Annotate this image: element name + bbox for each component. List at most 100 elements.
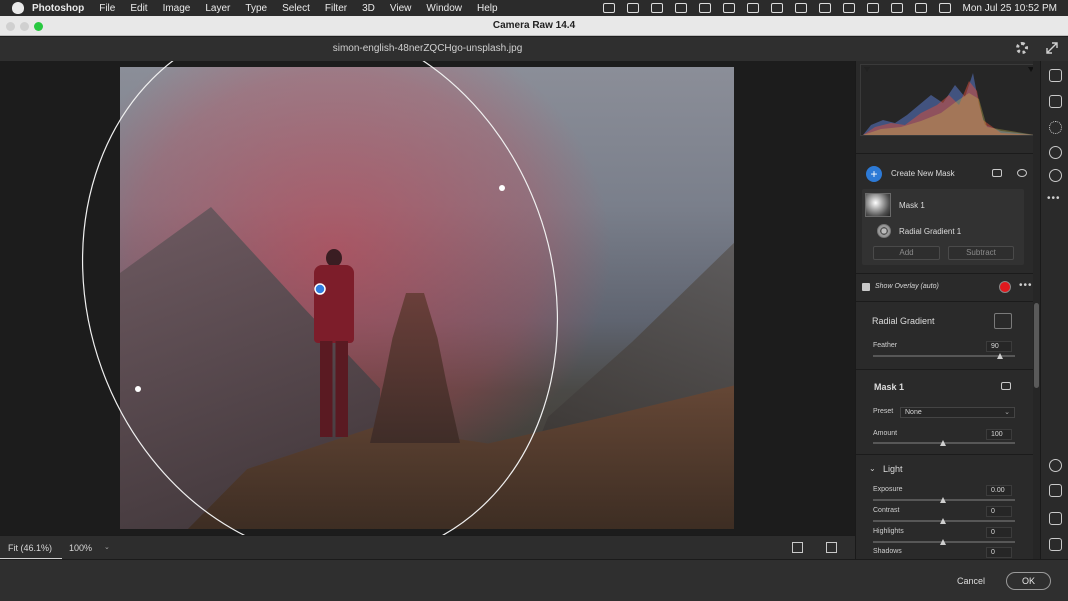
more-tools-icon[interactable]: ••• — [1047, 193, 1061, 204]
radial-gradient-tool-icon[interactable] — [994, 313, 1012, 329]
highlights-value[interactable]: 0 — [986, 527, 1012, 538]
histogram — [860, 64, 1036, 136]
chevron-down-icon: ⌄ — [1004, 409, 1010, 416]
radial-gradient-component[interactable]: Radial Gradient 1 — [899, 227, 961, 236]
bookmark-icon[interactable] — [746, 3, 759, 13]
status-area: Mon Jul 25 10:52 PM — [602, 0, 1068, 16]
amount-value[interactable]: 100 — [986, 429, 1012, 440]
masking-icon[interactable] — [1049, 121, 1062, 134]
more-icon[interactable]: ••• — [1019, 280, 1033, 291]
radial-gradient-icon — [877, 224, 891, 238]
histogram-graph — [863, 67, 1035, 135]
keyboard-icon[interactable] — [866, 3, 879, 13]
menu-layer[interactable]: Layer — [205, 3, 230, 14]
gradient-center-pin[interactable] — [314, 283, 326, 295]
grid-app-icon[interactable] — [794, 3, 807, 13]
menu-edit[interactable]: Edit — [130, 3, 147, 14]
panel-scrollbar-thumb[interactable] — [1034, 303, 1039, 388]
image-canvas[interactable] — [0, 61, 855, 535]
exposure-value[interactable]: 0.00 — [986, 485, 1012, 496]
menu-type[interactable]: Type — [245, 3, 267, 14]
zoom-icon[interactable] — [1049, 459, 1062, 472]
wifi-icon[interactable] — [842, 3, 855, 13]
fullscreen-icon[interactable] — [1046, 42, 1058, 54]
canvas-bottom-bar: Fit (46.1%) 100% ⌄ — [0, 535, 855, 560]
menu-clock[interactable]: Mon Jul 25 10:52 PM — [963, 3, 1058, 14]
show-overlay-checkbox[interactable] — [862, 283, 870, 291]
apple-icon[interactable] — [12, 2, 24, 14]
fit-zoom-button[interactable]: Fit (46.1%) — [8, 543, 52, 553]
highlights-label: Highlights — [873, 528, 904, 535]
dialog-footer: Cancel OK — [0, 559, 1068, 601]
menu-help[interactable]: Help — [477, 3, 498, 14]
zoom-level-button[interactable]: 100% — [69, 543, 92, 553]
minimize-window-button[interactable] — [20, 22, 29, 31]
menu-filter[interactable]: Filter — [325, 3, 347, 14]
overlay-color-swatch[interactable] — [999, 281, 1011, 293]
sync-icon[interactable] — [698, 3, 711, 13]
contrast-value[interactable]: 0 — [986, 506, 1012, 517]
create-new-mask-button[interactable]: + — [866, 166, 882, 182]
feather-label: Feather — [873, 342, 898, 349]
single-view-icon[interactable] — [792, 542, 803, 553]
window-titlebar: Camera Raw 14.4 — [0, 16, 1068, 36]
menu-image[interactable]: Image — [163, 3, 191, 14]
undo-icon[interactable] — [992, 169, 1002, 177]
airplay-icon[interactable] — [722, 3, 735, 13]
zoom-chevron-down-icon[interactable]: ⌄ — [104, 543, 110, 551]
light-section-title[interactable]: Light — [883, 464, 903, 474]
divider — [856, 369, 1036, 370]
menu-3d[interactable]: 3D — [362, 3, 375, 14]
mask-name[interactable]: Mask 1 — [899, 201, 925, 210]
zoom-window-button[interactable] — [34, 22, 43, 31]
grid-icon[interactable] — [1049, 538, 1062, 551]
mask-thumbnail[interactable] — [865, 193, 891, 217]
control-center-icon[interactable] — [914, 3, 927, 13]
before-after-icon[interactable] — [826, 542, 837, 553]
red-eye-icon[interactable] — [1049, 146, 1062, 159]
menu-select[interactable]: Select — [282, 3, 310, 14]
add-button[interactable]: Add — [873, 246, 940, 260]
cancel-button[interactable]: Cancel — [957, 576, 985, 586]
gradient-handle-right[interactable] — [499, 185, 505, 191]
create-new-mask-label[interactable]: Create New Mask — [891, 169, 955, 178]
menu-bar: Photoshop File Edit Image Layer Type Sel… — [0, 0, 1068, 16]
siri-icon[interactable] — [938, 3, 951, 13]
gear-icon[interactable] — [1016, 42, 1028, 54]
creative-cloud-icon[interactable] — [626, 3, 639, 13]
menu-view[interactable]: View — [390, 3, 412, 14]
radial-gradient-ellipse[interactable] — [8, 61, 632, 535]
ok-button[interactable]: OK — [1006, 572, 1051, 590]
preset-dropdown[interactable]: None ⌄ — [900, 407, 1015, 418]
feather-value[interactable]: 90 — [986, 341, 1012, 352]
sampler-icon[interactable] — [1049, 512, 1062, 525]
search-icon[interactable] — [890, 3, 903, 13]
radial-gradient-overlay[interactable] — [0, 61, 855, 535]
presets-icon[interactable] — [1049, 169, 1062, 182]
shadows-label: Shadows — [873, 548, 902, 555]
menu-file[interactable]: File — [99, 3, 115, 14]
gradient-handle-left[interactable] — [135, 386, 141, 392]
vpn-icon[interactable] — [674, 3, 687, 13]
file-name: simon-english-48nerZQCHgo-unsplash.jpg — [332, 43, 523, 54]
bluetooth-icon[interactable] — [818, 3, 831, 13]
show-overlay-label[interactable]: Show Overlay (auto) — [875, 283, 939, 290]
window-title: Camera Raw 14.4 — [492, 20, 576, 31]
menu-app-photoshop[interactable]: Photoshop — [32, 3, 84, 14]
healing-brush-icon[interactable] — [1049, 95, 1062, 108]
reset-icon[interactable] — [1001, 382, 1011, 390]
shadows-value[interactable]: 0 — [986, 547, 1012, 558]
menu-window[interactable]: Window — [426, 3, 462, 14]
subtract-button[interactable]: Subtract — [948, 246, 1014, 260]
screen-record-icon[interactable] — [602, 3, 615, 13]
hand-icon[interactable] — [1049, 484, 1062, 497]
collapse-chevron-icon[interactable]: ⌄ — [869, 464, 876, 473]
divider — [856, 454, 1036, 455]
cloud-icon[interactable] — [770, 3, 783, 13]
dropbox-icon[interactable] — [650, 3, 663, 13]
close-window-button[interactable] — [6, 22, 15, 31]
edit-sliders-icon[interactable] — [1049, 69, 1062, 82]
amount-label: Amount — [873, 430, 898, 437]
feather-slider-track[interactable] — [873, 355, 1015, 357]
eye-icon[interactable] — [1017, 169, 1027, 177]
